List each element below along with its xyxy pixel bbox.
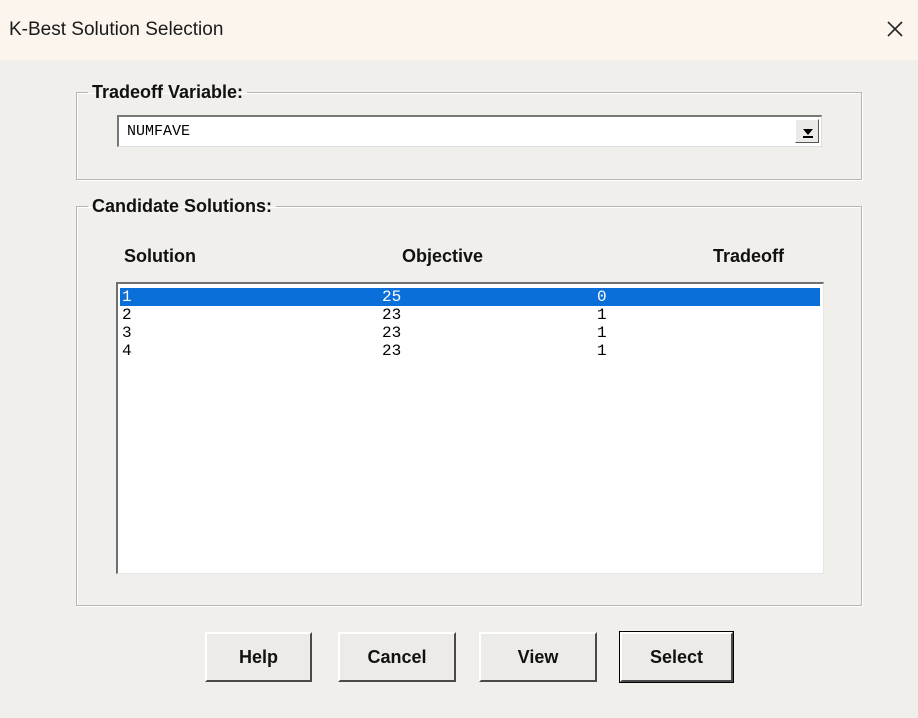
solution-cell: 2 — [122, 306, 132, 324]
select-button[interactable]: Select — [619, 631, 734, 683]
tradeoff-cell: 1 — [597, 324, 607, 342]
column-header-objective: Objective — [402, 246, 484, 266]
list-item[interactable]: 4 23 1 — [120, 342, 820, 360]
objective-cell: 23 — [382, 324, 402, 342]
tradeoff-variable-value: NUMFAVE — [127, 123, 191, 140]
candidate-solutions-list[interactable]: 1 25 0 2 23 1 3 23 1 4 23 1 — [116, 282, 824, 574]
list-item[interactable]: 2 23 1 — [120, 306, 820, 324]
list-item[interactable]: 3 23 1 — [120, 324, 820, 342]
objective-cell: 25 — [382, 288, 402, 306]
tradeoff-cell: 1 — [597, 306, 607, 324]
tradeoff-variable-legend: Tradeoff Variable: — [92, 82, 244, 102]
close-icon[interactable] — [882, 16, 908, 42]
tradeoff-cell: 1 — [597, 342, 607, 360]
column-header-tradeoff: Tradeoff — [713, 246, 785, 266]
objective-cell: 23 — [382, 342, 402, 360]
dropdown-button[interactable] — [795, 119, 819, 143]
tradeoff-variable-dropdown[interactable]: NUMFAVE — [117, 115, 822, 147]
window-title: K-Best Solution Selection — [9, 19, 224, 40]
help-button[interactable]: Help — [205, 632, 312, 682]
solution-cell: 4 — [122, 342, 132, 360]
solution-cell: 1 — [122, 288, 132, 306]
chevron-down-icon — [803, 129, 813, 138]
title-bar: K-Best Solution Selection — [0, 0, 918, 60]
view-button[interactable]: View — [479, 632, 597, 682]
tradeoff-cell: 0 — [597, 288, 607, 306]
solution-cell: 3 — [122, 324, 132, 342]
candidate-solutions-legend: Candidate Solutions: — [92, 196, 272, 216]
objective-cell: 23 — [382, 306, 402, 324]
cancel-button[interactable]: Cancel — [338, 632, 456, 682]
column-header-solution: Solution — [124, 246, 196, 266]
list-item[interactable]: 1 25 0 — [120, 288, 820, 306]
